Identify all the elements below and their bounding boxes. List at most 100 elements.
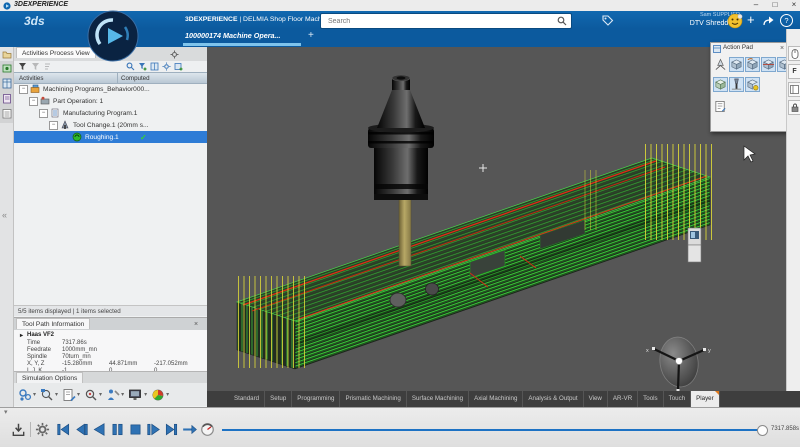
pause-button[interactable] xyxy=(110,422,125,437)
section-block-icon[interactable] xyxy=(761,57,776,72)
export-results-button[interactable] xyxy=(11,422,26,437)
analysis-config-icon[interactable]: ▾ xyxy=(40,388,58,402)
tool-view-icon[interactable] xyxy=(729,77,744,92)
computed-check-icon: ✓ xyxy=(140,133,147,142)
display-mode-icon[interactable]: ▾ xyxy=(128,388,147,402)
timeline-slider-handle[interactable] xyxy=(757,425,768,436)
tree-row-roughing[interactable]: Roughing.1 ✓ xyxy=(14,131,207,143)
tab-prismatic-machining[interactable]: Prismatic Machining xyxy=(340,391,406,407)
machine-row[interactable]: ▸ Haas VF2 xyxy=(14,332,207,339)
add-view-icon[interactable] xyxy=(174,62,183,71)
player-bar-collapse-chevron[interactable]: ▾ xyxy=(4,408,8,416)
search-tree-icon[interactable] xyxy=(126,62,135,71)
tab-analysis-output[interactable]: Analysis & Output xyxy=(523,391,583,407)
folder-icon[interactable] xyxy=(2,50,12,59)
notes-icon[interactable] xyxy=(713,99,728,114)
panel-toggle-icon[interactable] xyxy=(788,82,800,97)
filter-icon[interactable] xyxy=(18,62,27,71)
tab-programming[interactable]: Programming xyxy=(292,391,340,407)
tag-icon[interactable] xyxy=(601,14,614,27)
timeline-slider[interactable] xyxy=(222,429,762,431)
lock-icon[interactable] xyxy=(788,100,800,115)
help-button[interactable]: ? xyxy=(780,14,793,27)
grid-view-icon[interactable] xyxy=(2,78,12,89)
ribbon-tab-bar: Standard Setup Programming Prismatic Mac… xyxy=(207,391,800,407)
tab-axial-machining[interactable]: Axial Machining xyxy=(469,391,523,407)
settings-icon[interactable] xyxy=(162,62,171,71)
close-button[interactable]: × xyxy=(787,0,800,10)
panel-tab-activities[interactable]: Activities Process View xyxy=(16,47,96,58)
tpi-row-spindle: Spindle70turn_mn xyxy=(14,354,207,361)
step-forward-button[interactable] xyxy=(146,422,161,437)
toolpath-info-tab[interactable]: Tool Path Information xyxy=(16,318,90,329)
action-pad-close-icon[interactable]: × xyxy=(780,45,784,52)
panel-gear-icon[interactable] xyxy=(170,50,179,59)
share-icon[interactable] xyxy=(762,15,774,27)
minimize-button[interactable]: – xyxy=(749,0,763,10)
document-tab[interactable]: 100000174 Machine Opera... xyxy=(185,31,281,40)
list-view-icon[interactable] xyxy=(2,108,12,119)
function-key-icon[interactable]: F xyxy=(788,64,800,79)
viewport-mini-toolbar[interactable] xyxy=(688,228,701,262)
tab-ar-vr[interactable]: AR-VR xyxy=(608,391,638,407)
expander-icon[interactable]: − xyxy=(49,121,58,130)
tab-player[interactable]: Player xyxy=(691,391,720,407)
fixture-view-icon[interactable] xyxy=(745,77,760,92)
mouse-settings-icon[interactable] xyxy=(788,46,800,61)
search-icon[interactable] xyxy=(557,16,567,26)
compass-logo[interactable] xyxy=(87,10,139,62)
material-removal-icon[interactable]: ▾ xyxy=(151,388,169,402)
new-tab-button[interactable]: + xyxy=(308,30,314,41)
play-to-end-button[interactable] xyxy=(182,422,197,437)
simulation-options-tab[interactable]: Simulation Options xyxy=(16,372,83,383)
tab-standard[interactable]: Standard xyxy=(229,391,265,407)
search-input[interactable] xyxy=(326,15,555,28)
rotate-block-icon[interactable] xyxy=(745,57,760,72)
expander-icon[interactable]: − xyxy=(39,109,48,118)
machine-name: Haas VF2 xyxy=(27,332,54,338)
inspect-icon[interactable]: ▾ xyxy=(84,388,102,402)
collapse-panel-chevron[interactable]: « xyxy=(2,210,7,220)
filter-add-icon[interactable] xyxy=(138,62,147,71)
tab-surface-machining[interactable]: Surface Machining xyxy=(407,391,469,407)
tab-setup[interactable]: Setup xyxy=(265,391,292,407)
tree-row-tool-change[interactable]: − Tool Change.1 (20mm s... xyxy=(14,119,207,131)
viewport-3d[interactable]: x y z xyxy=(207,47,786,391)
machine-setup-icon[interactable]: ▾ xyxy=(106,388,124,402)
toolpath-info-close-icon[interactable]: × xyxy=(194,321,198,328)
tab-tools[interactable]: Tools xyxy=(638,391,663,407)
tree-row-manufacturing-program[interactable]: − Manufacturing Program.1 xyxy=(14,107,207,119)
activities-view-icon[interactable] xyxy=(2,63,12,74)
stop-button[interactable] xyxy=(128,422,143,437)
clipboard-view-icon[interactable] xyxy=(2,93,12,104)
maximize-button[interactable]: □ xyxy=(768,0,782,10)
column-computed[interactable]: Computed xyxy=(121,75,150,82)
speed-dial[interactable] xyxy=(200,422,215,437)
expander-icon[interactable]: − xyxy=(19,85,28,94)
pick-face-icon[interactable] xyxy=(729,57,744,72)
column-divider[interactable] xyxy=(117,73,118,83)
expander-icon[interactable]: − xyxy=(29,97,38,106)
column-view-icon[interactable] xyxy=(150,62,159,71)
step-backward-button[interactable] xyxy=(74,422,89,437)
tab-view[interactable]: View xyxy=(584,391,608,407)
tpi-row-feedrate: Feedrate1000mm_mn xyxy=(14,347,207,354)
compass-axis-x-label: x xyxy=(646,348,649,354)
workpiece-view-icon[interactable] xyxy=(713,77,728,92)
simulation-mode-icon[interactable]: ▾ xyxy=(18,388,36,402)
axis-triad-icon[interactable] xyxy=(713,57,728,72)
avatar[interactable] xyxy=(727,13,743,29)
column-activities[interactable]: Activities xyxy=(19,75,43,82)
report-icon[interactable]: ▾ xyxy=(62,388,80,402)
tree-row-machining-programs[interactable]: − Machining Programs_Behavior000... xyxy=(14,83,207,95)
add-content-button[interactable]: + xyxy=(747,12,755,27)
play-backward-button[interactable] xyxy=(92,422,107,437)
jump-to-end-button[interactable] xyxy=(164,422,179,437)
tree-row-part-operation[interactable]: − Part Operation: 1 xyxy=(14,95,207,107)
player-settings-button[interactable] xyxy=(35,422,50,437)
tab-touch[interactable]: Touch xyxy=(664,391,692,407)
filter-clear-icon[interactable] xyxy=(31,62,40,71)
jump-to-start-button[interactable] xyxy=(56,422,71,437)
action-pad-icon xyxy=(713,45,721,53)
sort-icon[interactable] xyxy=(43,62,52,71)
